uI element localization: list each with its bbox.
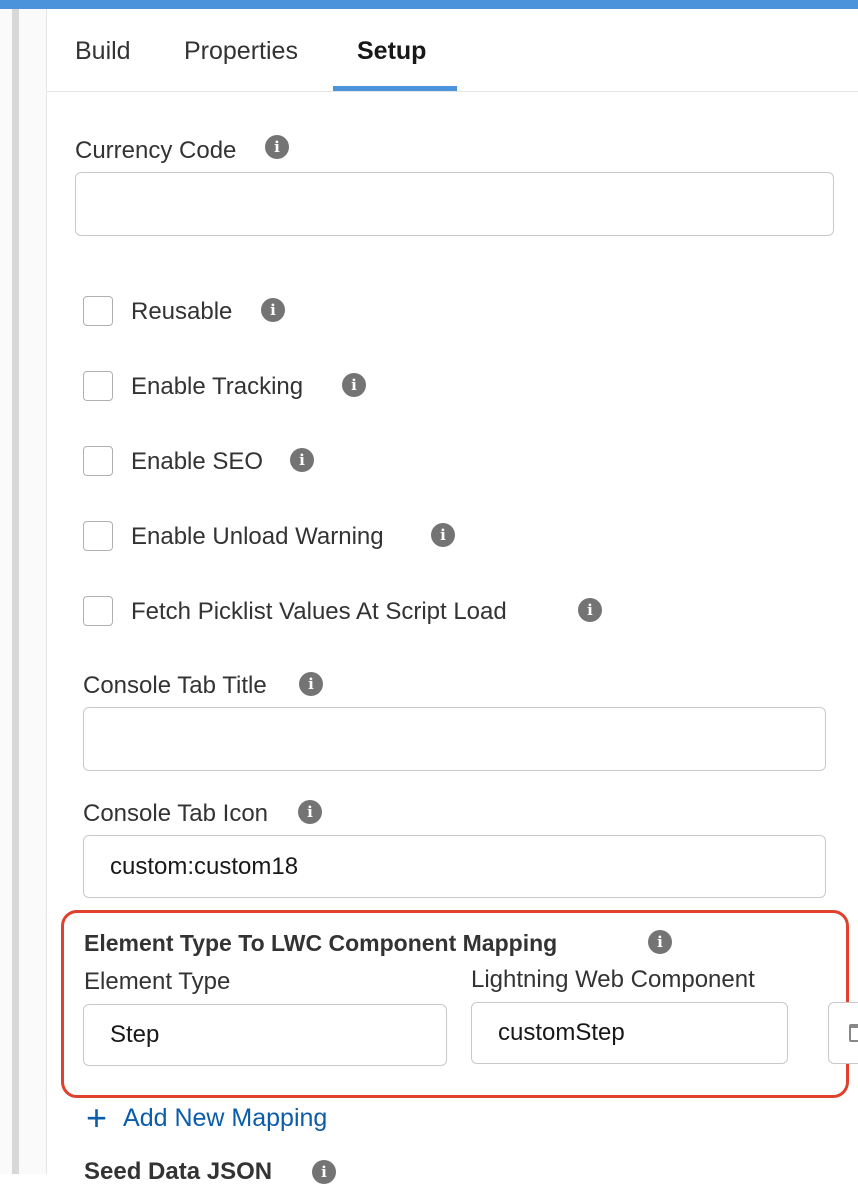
add-new-mapping-link[interactable]: + Add New Mapping [86, 1100, 327, 1136]
currency-code-label: Currency Code [75, 137, 237, 164]
trash-icon [849, 1024, 858, 1042]
info-icon[interactable]: i [312, 1160, 336, 1184]
enable-seo-label: Enable SEO [131, 448, 264, 475]
enable-tracking-label: Enable Tracking [131, 373, 304, 400]
info-icon[interactable]: i [342, 373, 366, 397]
lwc-label: Lightning Web Component [471, 966, 755, 993]
element-type-input[interactable]: Step [83, 1004, 447, 1066]
console-tab-title-input[interactable] [83, 707, 826, 771]
top-accent-bar [0, 0, 858, 9]
info-icon[interactable]: i [431, 523, 455, 547]
fetch-picklist-checkbox[interactable] [83, 596, 113, 626]
panel-tabs: Build Properties Setup [47, 9, 858, 92]
canvas-grid-strip [0, 9, 47, 1174]
active-tab-indicator [333, 86, 457, 91]
fetch-picklist-label: Fetch Picklist Values At Script Load [131, 598, 507, 625]
plus-icon: + [86, 1097, 108, 1138]
reusable-checkbox[interactable] [83, 296, 113, 326]
info-icon[interactable]: i [265, 135, 289, 159]
reusable-label: Reusable [131, 298, 233, 325]
info-icon[interactable]: i [648, 930, 672, 954]
info-icon[interactable]: i [290, 448, 314, 472]
info-icon[interactable]: i [298, 800, 322, 824]
info-icon[interactable]: i [299, 672, 323, 696]
enable-unload-warning-checkbox[interactable] [83, 521, 113, 551]
enable-tracking-checkbox[interactable] [83, 371, 113, 401]
tab-properties[interactable]: Properties [184, 37, 298, 66]
element-type-label: Element Type [84, 968, 231, 995]
enable-seo-checkbox[interactable] [83, 446, 113, 476]
lwc-input[interactable]: customStep [471, 1002, 788, 1064]
info-icon[interactable]: i [261, 298, 285, 322]
enable-unload-warning-label: Enable Unload Warning [131, 523, 384, 550]
console-tab-title-label: Console Tab Title [83, 672, 267, 699]
tab-build[interactable]: Build [75, 37, 131, 66]
currency-code-input[interactable] [75, 172, 834, 236]
info-icon[interactable]: i [578, 598, 602, 622]
console-tab-icon-label: Console Tab Icon [83, 800, 269, 827]
delete-mapping-button[interactable] [828, 1002, 858, 1064]
seed-data-json-label: Seed Data JSON [84, 1158, 273, 1185]
add-new-mapping-label: Add New Mapping [123, 1103, 328, 1132]
tab-setup[interactable]: Setup [357, 37, 426, 66]
console-tab-icon-input[interactable]: custom:custom18 [83, 835, 826, 898]
mapping-section-title: Element Type To LWC Component Mapping [84, 930, 558, 956]
